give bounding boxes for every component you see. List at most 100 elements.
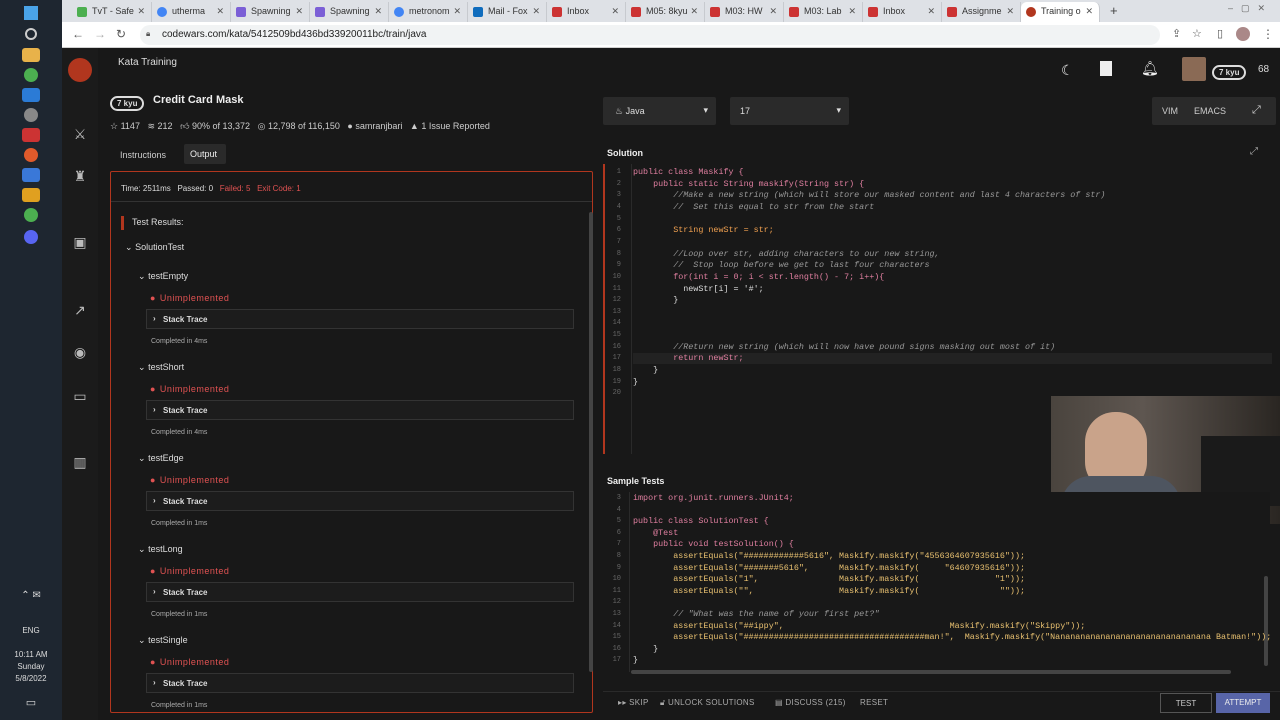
browser-tab[interactable]: Inbox ✕ [863,2,942,22]
app-icon[interactable] [22,128,40,142]
issues-link[interactable]: 1 Issue Reported [421,121,490,131]
app-icon[interactable] [22,188,40,202]
back-icon[interactable]: ← [72,27,84,41]
close-icon[interactable]: ✕ [453,6,461,17]
emacs-button[interactable]: EMACS [1194,106,1226,116]
test-item[interactable]: ⌄ testSingle [138,630,188,648]
close-icon[interactable]: ✕ [374,6,382,17]
expand-icon[interactable]: ⤢ [1250,146,1258,157]
language-indicator[interactable]: ENG [0,626,62,635]
test-button[interactable]: TEST [1160,693,1212,713]
browser-tab[interactable]: Inbox ✕ [547,2,626,22]
browser-tab[interactable]: TvT - Safe ✕ [72,2,152,22]
book-icon[interactable]: ▥ [70,454,90,474]
close-icon[interactable]: ✕ [769,6,777,17]
reload-icon[interactable]: ↻ [116,27,126,41]
menu-icon[interactable]: ⋮ [1262,27,1274,41]
close-icon[interactable]: ✕ [848,6,856,17]
browser-tab[interactable]: Spawning ✕ [231,2,310,22]
stack-trace-toggle[interactable]: › Stack Trace [146,673,574,693]
discuss-button[interactable]: ▤ DISCUSS (215) [775,698,846,707]
search-icon[interactable] [25,28,37,40]
language-select[interactable]: ♨ Java ▾ [603,97,716,125]
close-icon[interactable]: ✕ [216,6,224,17]
bookmark-icon[interactable] [1100,61,1112,76]
vscode-icon[interactable] [22,88,40,102]
sidebar-icon[interactable]: ▯ [1217,27,1223,40]
profile-avatar[interactable] [1236,27,1250,41]
collections-count[interactable]: 212 [158,121,173,131]
browser-tab[interactable]: metronom ✕ [389,2,468,22]
suite-row[interactable]: ⌄ SolutionTest [125,242,184,253]
line-number: 3 [616,191,621,200]
unlock-solutions-button[interactable]: 🔓︎ UNLOCK SOLUTIONS [660,698,755,708]
tab-instructions[interactable]: Instructions [114,146,172,164]
chevron-down-icon: ▾ [836,105,841,115]
close-icon[interactable]: ✕ [295,6,303,17]
close-icon[interactable]: ✕ [690,6,698,17]
browser-tab[interactable]: M03: Lab ✕ [784,2,863,22]
stack-trace-toggle[interactable]: › Stack Trace [146,400,574,420]
browser-tab[interactable]: M05: 8kyu ✕ [626,2,705,22]
close-icon[interactable]: ✕ [927,6,935,17]
tray-icons[interactable]: ⌃ ✉ [0,590,62,601]
windows-start-icon[interactable] [24,6,38,20]
app-icon[interactable] [24,148,38,162]
close-icon[interactable]: ✕ [137,6,145,17]
dark-mode-icon[interactable]: ☾ [1061,62,1074,79]
browser-tab[interactable]: Spawning ✕ [310,2,389,22]
author-link[interactable]: samranjbari [355,121,402,131]
stack-trace-toggle[interactable]: › Stack Trace [146,309,574,329]
practice-icon[interactable]: ♜ [70,168,90,188]
test-item[interactable]: ⌄ testEdge [138,448,184,466]
window-controls[interactable]: –▢✕ [1228,3,1273,14]
scrollbar[interactable] [589,212,593,672]
avatar[interactable] [1182,57,1206,81]
app-icon[interactable] [24,108,38,122]
forward-icon[interactable]: → [94,27,106,41]
training-icon[interactable]: ⚔ [70,126,90,146]
skip-button[interactable]: ▸▸ SKIP [618,698,649,707]
browser-tab[interactable]: Mail - Fox ✕ [468,2,547,22]
attempt-button[interactable]: ATTEMPT [1216,693,1270,713]
browser-tab[interactable]: M03: HW ✕ [705,2,784,22]
discord-icon[interactable] [24,230,38,244]
fullscreen-icon[interactable]: ⤢ [1252,104,1261,117]
test-item[interactable]: ⌄ testEmpty [138,266,188,284]
url-input[interactable]: 🔒︎ codewars.com/kata/5412509bd436bd33920… [140,25,1160,45]
app-icon[interactable] [22,168,40,182]
clock-time[interactable]: 10:11 AM [0,650,62,659]
discord-icon[interactable]: ◉ [70,344,90,364]
stack-trace-toggle[interactable]: › Stack Trace [146,582,574,602]
close-icon[interactable]: ✕ [611,6,619,17]
reset-button[interactable]: RESET [860,698,888,707]
notification-icon[interactable]: ▭ [0,696,62,709]
browser-tab[interactable]: Assignme ✕ [942,2,1021,22]
version-select[interactable]: 17 ▾ [730,97,849,125]
file-explorer-icon[interactable] [22,48,40,62]
close-icon[interactable]: ✕ [532,6,540,17]
share-icon[interactable]: ⇪ [1172,27,1181,40]
tab-output[interactable]: Output [184,144,226,164]
codewars-logo-icon[interactable] [68,58,92,82]
stack-trace-toggle[interactable]: › Stack Trace [146,491,574,511]
notifications-icon[interactable]: 🔔︎ [1141,60,1159,77]
close-icon[interactable]: ✕ [1085,6,1093,17]
star-icon[interactable]: ☆ [1192,27,1202,40]
browser-tab-active[interactable]: Training o ✕ [1021,2,1100,22]
chevron-right-icon: › [153,678,156,687]
browser-tab[interactable]: utherma ✕ [152,2,231,22]
chevron-right-icon: › [153,587,156,596]
briefcase-icon[interactable]: ▣ [70,234,90,254]
stars-count[interactable]: 1147 [121,121,140,131]
test-item[interactable]: ⌄ testShort [138,357,184,375]
app-icon[interactable] [24,208,38,222]
chevron-right-icon: › [153,314,156,323]
chrome-icon[interactable] [24,68,38,82]
close-icon[interactable]: ✕ [1006,6,1014,17]
vim-button[interactable]: VIM [1162,106,1178,116]
trending-icon[interactable]: ↗ [70,302,90,322]
test-item[interactable]: ⌄ testLong [138,539,183,557]
new-tab-icon[interactable]: + [1110,3,1118,18]
chat-icon[interactable]: ▭ [70,388,90,408]
